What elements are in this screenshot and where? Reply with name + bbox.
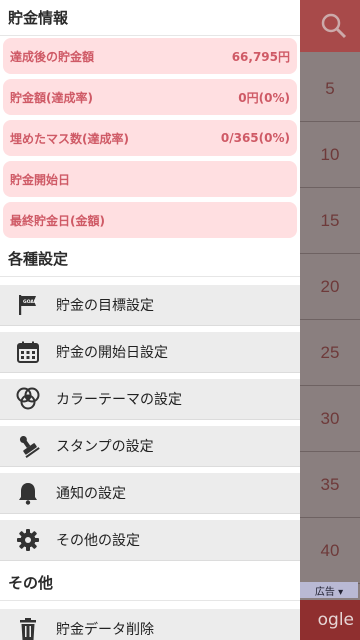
info-row-start-date: 貯金開始日 [3, 161, 297, 197]
menu-item-label: カラーテーマの設定 [56, 392, 182, 408]
grid-column: 5 10 15 20 25 30 35 40 [300, 56, 360, 584]
color-palette-icon [0, 379, 56, 420]
search-icon[interactable] [320, 12, 348, 40]
grid-cell[interactable]: 40 [300, 518, 360, 584]
menu-item-notification-setting[interactable]: 通知の設定 [0, 473, 300, 514]
settings-list: GOAL 貯金の目標設定 貯金の開始日設定 カラーテーマの設定 スタンプの設定 … [0, 277, 300, 561]
calendar-icon [0, 332, 56, 373]
info-row-target-amount: 達成後の貯金額 66,795円 [3, 38, 297, 74]
grid-cell[interactable]: 15 [300, 188, 360, 254]
menu-item-label: 貯金データ削除 [56, 622, 154, 638]
info-label: 貯金額(達成率) [10, 90, 93, 105]
info-label: 埋めたマス数(達成率) [10, 131, 129, 146]
grid-cell[interactable]: 10 [300, 122, 360, 188]
stamp-icon [0, 426, 56, 467]
info-value: 66,795円 [231, 49, 290, 64]
info-row-saved-amount: 貯金額(達成率) 0円(0%) [3, 79, 297, 115]
menu-item-color-theme-setting[interactable]: カラーテーマの設定 [0, 379, 300, 420]
goal-flag-icon: GOAL [0, 285, 56, 326]
grid-cell[interactable]: 5 [300, 56, 360, 122]
bell-icon [0, 473, 56, 514]
menu-item-goal-setting[interactable]: GOAL 貯金の目標設定 [0, 285, 300, 326]
section-header-other: その他 [0, 565, 300, 601]
menu-item-start-date-setting[interactable]: 貯金の開始日設定 [0, 332, 300, 373]
menu-item-label: 通知の設定 [56, 486, 126, 502]
info-value: 0/365(0%) [220, 131, 290, 145]
grid-cell[interactable]: 35 [300, 452, 360, 518]
trash-icon [0, 609, 56, 640]
menu-item-label: 貯金の開始日設定 [56, 345, 168, 361]
menu-item-label: スタンプの設定 [56, 439, 154, 455]
info-row-last-saving-date: 最終貯金日(金額) [3, 202, 297, 238]
grid-cell[interactable]: 20 [300, 254, 360, 320]
other-list: 貯金データ削除 [0, 601, 300, 640]
ad-badge[interactable]: 広告 ▾ [300, 582, 358, 598]
menu-item-other-setting[interactable]: その他の設定 [0, 520, 300, 561]
gear-icon [0, 520, 56, 561]
info-label: 貯金開始日 [10, 172, 71, 187]
ad-banner[interactable]: ogle [300, 600, 360, 640]
grid-cell[interactable]: 30 [300, 386, 360, 452]
info-label: 最終貯金日(金額) [10, 213, 105, 228]
menu-item-delete-data[interactable]: 貯金データ削除 [0, 609, 300, 640]
menu-item-label: その他の設定 [56, 533, 140, 549]
menu-item-stamp-setting[interactable]: スタンプの設定 [0, 426, 300, 467]
menu-item-label: 貯金の目標設定 [56, 298, 154, 314]
info-row-filled-cells: 埋めたマス数(達成率) 0/365(0%) [3, 120, 297, 156]
info-value: 0円(0%) [238, 90, 290, 105]
savings-info-list: 達成後の貯金額 66,795円 貯金額(達成率) 0円(0%) 埋めたマス数(達… [0, 36, 300, 238]
section-header-savings-info: 貯金情報 [0, 0, 300, 36]
navigation-drawer: 貯金情報 達成後の貯金額 66,795円 貯金額(達成率) 0円(0%) 埋めた… [0, 0, 300, 640]
section-header-settings: 各種設定 [0, 241, 300, 277]
info-label: 達成後の貯金額 [10, 49, 95, 64]
grid-cell[interactable]: 25 [300, 320, 360, 386]
svg-text:GOAL: GOAL [23, 299, 37, 305]
